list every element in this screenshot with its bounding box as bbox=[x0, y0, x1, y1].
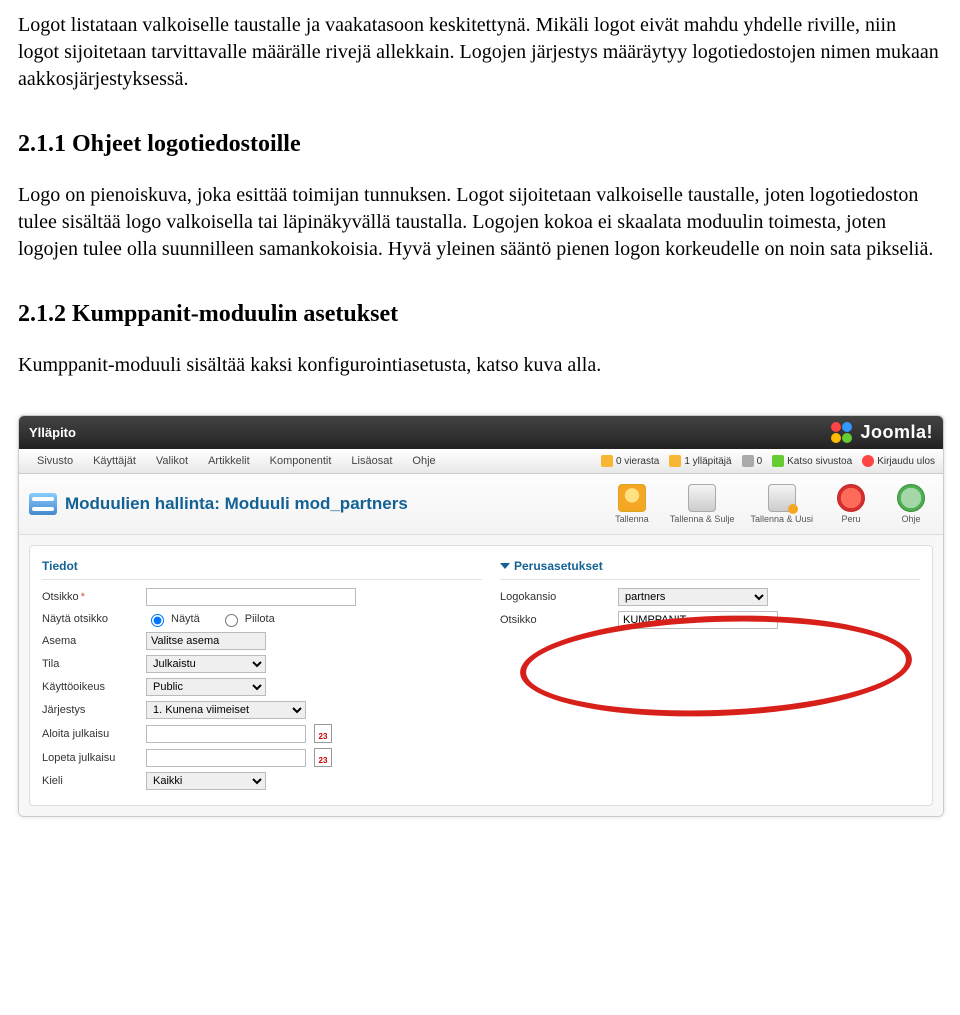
admin-status-right: 0 vierasta 1 ylläpitäjä 0 Katso sivustoa… bbox=[601, 455, 935, 467]
doc-paragraph-1: Logot listataan valkoiselle taustalle ja… bbox=[18, 12, 942, 93]
radio-nayta-input[interactable] bbox=[151, 614, 164, 627]
aloita-input[interactable] bbox=[146, 725, 306, 743]
kieli-select[interactable]: Kaikki bbox=[146, 772, 266, 790]
view-site-link[interactable]: Katso sivustoa bbox=[772, 455, 852, 467]
admin-icon bbox=[669, 455, 681, 467]
tila-select[interactable]: Julkaistu bbox=[146, 655, 266, 673]
joomla-logo: Joomla! bbox=[831, 422, 933, 443]
label-otsikko: Otsikko* bbox=[42, 591, 138, 603]
save-new-icon bbox=[768, 484, 796, 512]
users-icon bbox=[601, 455, 613, 467]
details-legend: Tiedot bbox=[42, 556, 482, 580]
kayttooikeus-select[interactable]: Public bbox=[146, 678, 266, 696]
lopeta-input[interactable] bbox=[146, 749, 306, 767]
mail-icon bbox=[742, 455, 754, 467]
cancel-button[interactable]: Peru bbox=[829, 484, 873, 524]
save-label: Tallenna bbox=[615, 514, 649, 524]
label-kieli: Kieli bbox=[42, 775, 138, 787]
doc-paragraph-3: Kumppanit-moduuli sisältää kaksi konfigu… bbox=[18, 352, 942, 379]
label-right-otsikko: Otsikko bbox=[500, 614, 610, 626]
radio-piilota-input[interactable] bbox=[225, 614, 238, 627]
basic-options-legend[interactable]: Perusasetukset bbox=[500, 556, 920, 580]
stat-guests-label: 0 vierasta bbox=[616, 456, 659, 467]
admin-topbar: Ylläpito Joomla! bbox=[19, 416, 943, 449]
save-close-label: Tallenna & Sulje bbox=[670, 514, 735, 524]
chevron-down-icon bbox=[500, 563, 510, 569]
save-icon bbox=[618, 484, 646, 512]
menu-artikkelit[interactable]: Artikkelit bbox=[198, 449, 260, 473]
admin-title: Ylläpito bbox=[29, 425, 76, 440]
logout-icon bbox=[862, 455, 874, 467]
label-otsikko-text: Otsikko bbox=[42, 591, 79, 603]
cancel-icon bbox=[837, 484, 865, 512]
label-asema: Asema bbox=[42, 635, 138, 647]
basic-options-panel: Perusasetukset Logokansio partners Otsik… bbox=[500, 556, 920, 795]
save-button[interactable]: Tallenna bbox=[610, 484, 654, 524]
logout-link[interactable]: Kirjaudu ulos bbox=[862, 455, 935, 467]
label-aloita-julkaisu: Aloita julkaisu bbox=[42, 728, 138, 740]
save-new-label: Tallenna & Uusi bbox=[750, 514, 813, 524]
menu-kayttajat[interactable]: Käyttäjät bbox=[83, 449, 146, 473]
label-nayta-otsikko: Näytä otsikko bbox=[42, 613, 138, 625]
save-new-button[interactable]: Tallenna & Uusi bbox=[750, 484, 813, 524]
required-star: * bbox=[81, 591, 85, 603]
label-kayttooikeus: Käyttöoikeus bbox=[42, 681, 138, 693]
right-otsikko-input[interactable] bbox=[618, 611, 778, 629]
details-panel: Tiedot Otsikko* Näytä otsikko Näytä Piil… bbox=[42, 556, 482, 795]
label-logokansio: Logokansio bbox=[500, 591, 610, 603]
stat-mail: 0 bbox=[742, 455, 763, 467]
stat-admins: 1 ylläpitäjä bbox=[669, 455, 731, 467]
radio-piilota[interactable]: Piilota bbox=[220, 611, 275, 627]
module-icon bbox=[29, 493, 57, 515]
action-toolbar: Tallenna Tallenna & Sulje Tallenna & Uus… bbox=[610, 484, 933, 524]
doc-heading-212: 2.1.2 Kumppanit-moduulin asetukset bbox=[18, 301, 942, 328]
menu-sivusto[interactable]: Sivusto bbox=[27, 449, 83, 473]
doc-paragraph-2: Logo on pienoiskuva, joka esittää toimij… bbox=[18, 182, 942, 263]
label-jarjestys: Järjestys bbox=[42, 704, 138, 716]
view-site-label: Katso sivustoa bbox=[787, 456, 852, 467]
joomla-admin-screenshot: Ylläpito Joomla! Sivusto Käyttäjät Valik… bbox=[18, 415, 944, 817]
menu-valikot[interactable]: Valikot bbox=[146, 449, 198, 473]
logout-label: Kirjaudu ulos bbox=[877, 456, 935, 467]
menu-lisaosat[interactable]: Lisäosat bbox=[341, 449, 402, 473]
calendar-icon[interactable]: 23 bbox=[314, 748, 332, 767]
help-label: Ohje bbox=[901, 514, 920, 524]
stat-mail-label: 0 bbox=[757, 456, 763, 467]
joomla-icon bbox=[831, 422, 852, 443]
page-title: Moduulien hallinta: Moduuli mod_partners bbox=[65, 494, 408, 514]
radio-nayta[interactable]: Näytä bbox=[146, 611, 200, 627]
admin-menu-left: Sivusto Käyttäjät Valikot Artikkelit Kom… bbox=[27, 449, 446, 473]
stat-guests: 0 vierasta bbox=[601, 455, 659, 467]
label-tila: Tila bbox=[42, 658, 138, 670]
jarjestys-select[interactable]: 1. Kunena viimeiset bbox=[146, 701, 306, 719]
calendar-icon[interactable]: 23 bbox=[314, 724, 332, 743]
basic-options-legend-text: Perusasetukset bbox=[514, 559, 603, 573]
help-button[interactable]: Ohje bbox=[889, 484, 933, 524]
page-title-row: Moduulien hallinta: Moduuli mod_partners… bbox=[19, 474, 943, 535]
save-close-icon bbox=[688, 484, 716, 512]
joomla-brand-text: Joomla! bbox=[860, 422, 933, 443]
menu-ohje[interactable]: Ohje bbox=[402, 449, 445, 473]
logokansio-select[interactable]: partners bbox=[618, 588, 768, 606]
asema-input[interactable] bbox=[146, 632, 266, 650]
help-icon bbox=[897, 484, 925, 512]
otsikko-input[interactable] bbox=[146, 588, 356, 606]
radio-piilota-label: Piilota bbox=[245, 613, 275, 625]
label-lopeta-julkaisu: Lopeta julkaisu bbox=[42, 752, 138, 764]
doc-heading-211: 2.1.1 Ohjeet logotiedostoille bbox=[18, 131, 942, 158]
view-site-icon bbox=[772, 455, 784, 467]
save-close-button[interactable]: Tallenna & Sulje bbox=[670, 484, 735, 524]
cancel-label: Peru bbox=[841, 514, 860, 524]
stat-admins-label: 1 ylläpitäjä bbox=[684, 456, 731, 467]
admin-menubar: Sivusto Käyttäjät Valikot Artikkelit Kom… bbox=[19, 449, 943, 474]
menu-komponentit[interactable]: Komponentit bbox=[260, 449, 342, 473]
radio-nayta-label: Näytä bbox=[171, 613, 200, 625]
form-area: Tiedot Otsikko* Näytä otsikko Näytä Piil… bbox=[19, 535, 943, 816]
